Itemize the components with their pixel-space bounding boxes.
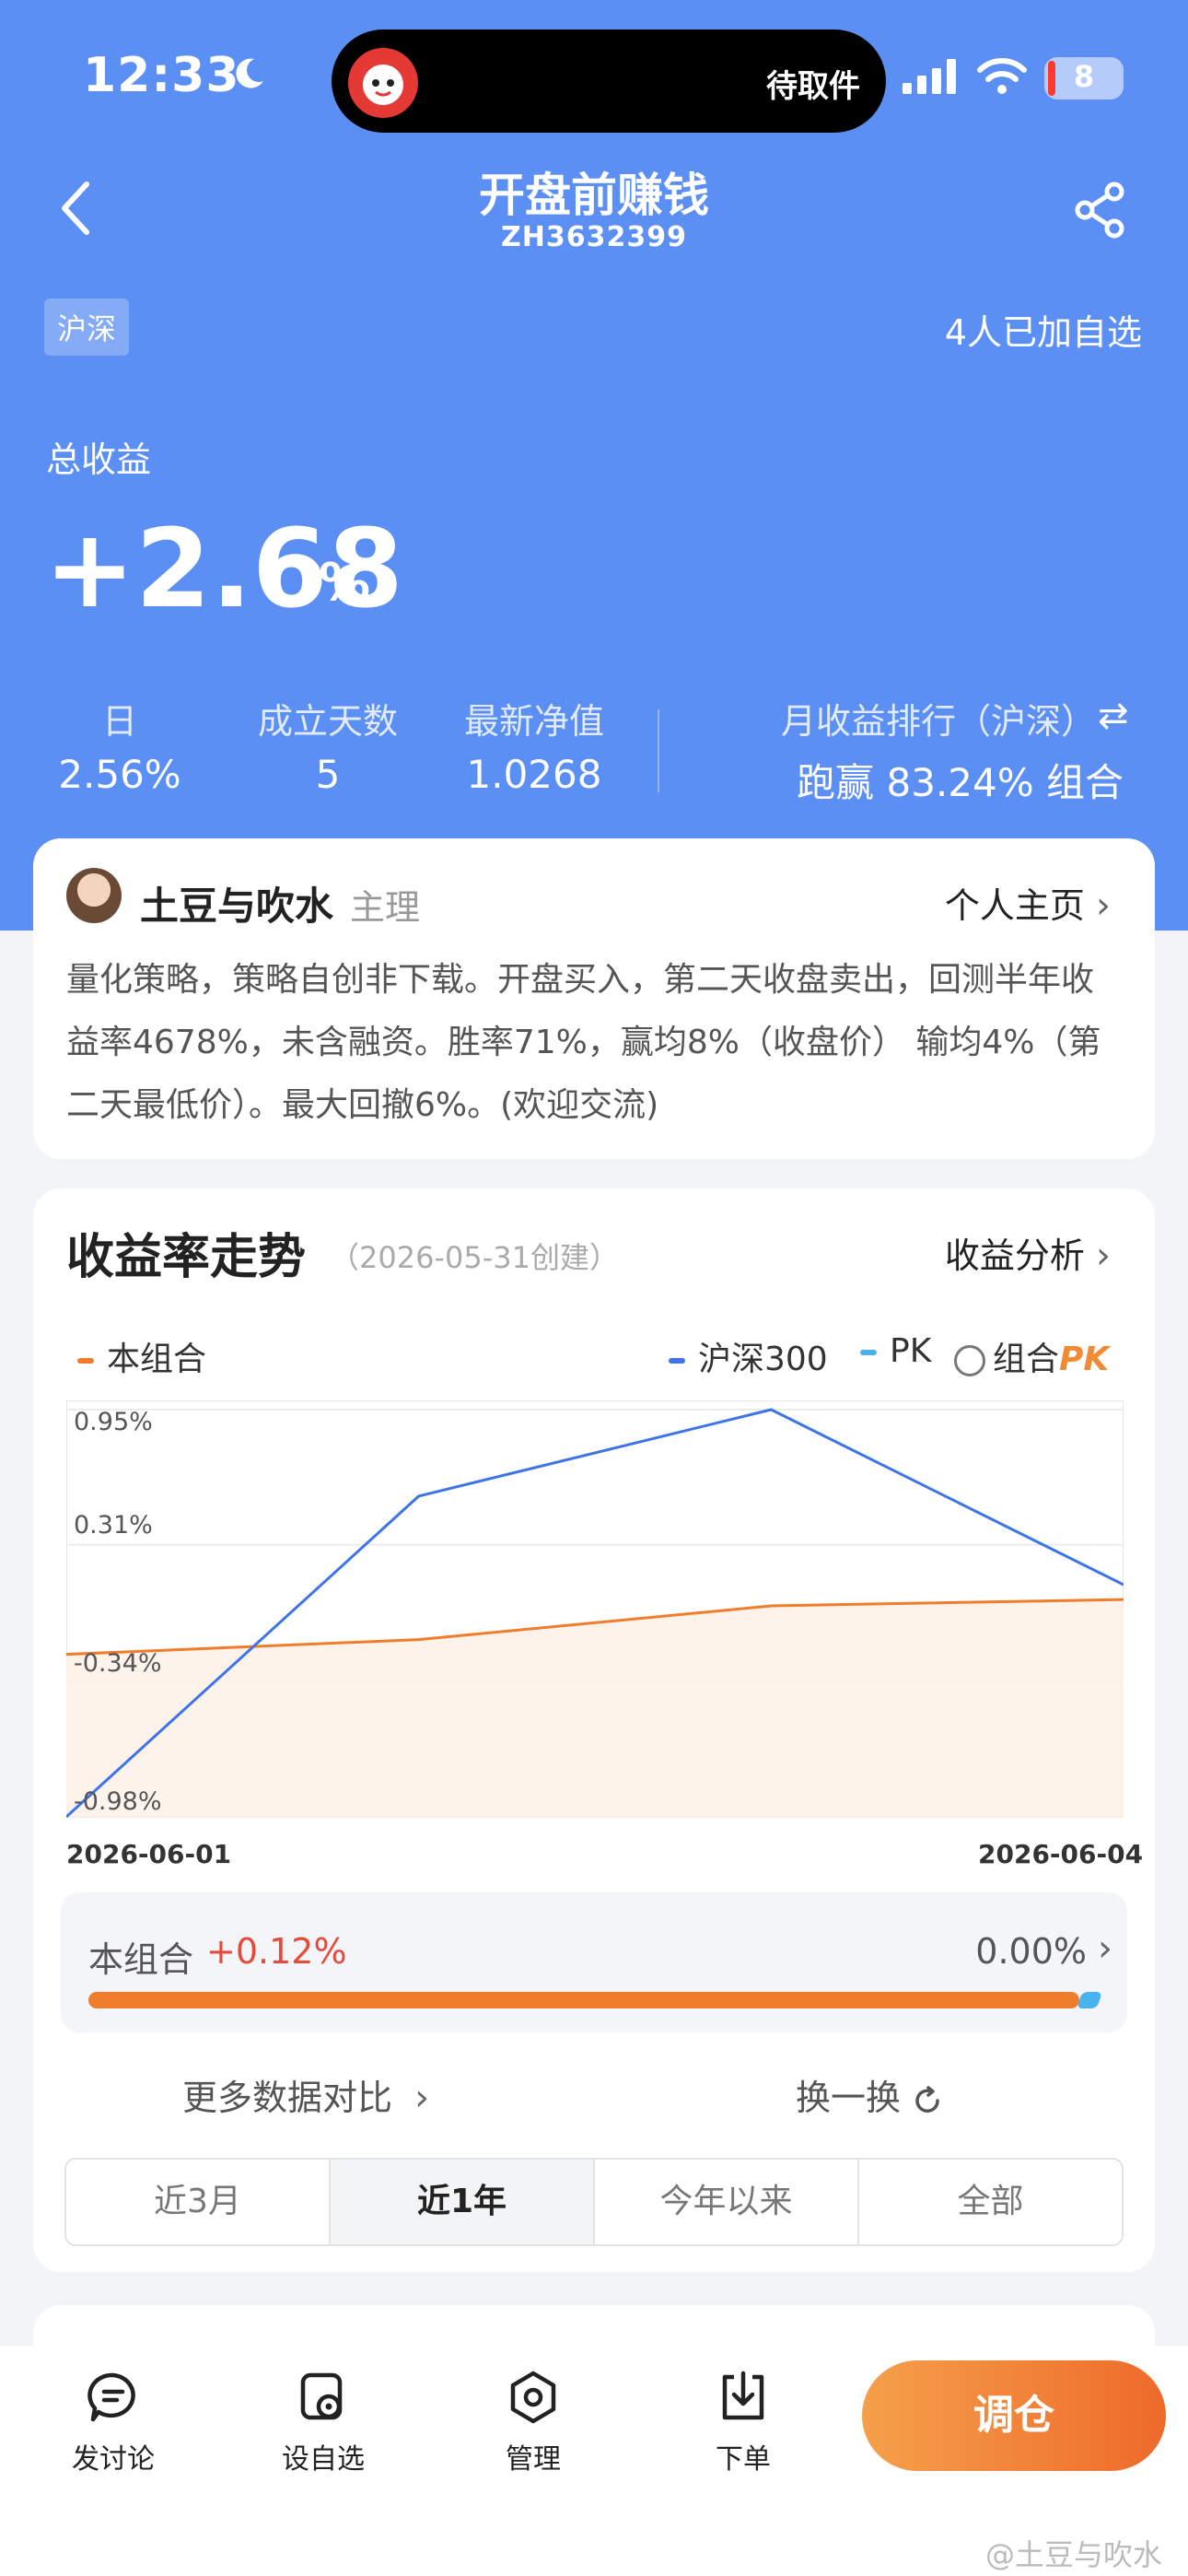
period-tabs: 近3月 近1年 今年以来 全部	[64, 2158, 1124, 2246]
stat-nav-label: 最新净值	[463, 701, 604, 742]
discuss-button[interactable]: 发讨论	[44, 2370, 182, 2476]
compare-bar-portfolio	[88, 1992, 1079, 2008]
y-tick-label: -0.34%	[74, 1649, 162, 1678]
portfolio-code: ZH3632399	[501, 221, 687, 253]
swap-link-label: 换一换	[796, 2078, 902, 2118]
settings-hexagon-icon	[510, 2371, 556, 2424]
pk-badge: PK	[1059, 1341, 1110, 1378]
legend-marker	[77, 1358, 94, 1364]
stat-day-label: 日	[101, 701, 137, 742]
ranking-label[interactable]: 月收益排行（沪深）	[764, 693, 1096, 744]
app-logo-icon	[348, 48, 418, 118]
manage-label: 管理	[506, 2443, 561, 2476]
wifi-icon	[977, 58, 1027, 94]
stat-divider	[658, 709, 659, 792]
compare-label: 本组合	[88, 1939, 194, 1980]
chevron-right-icon: ›	[1098, 1927, 1112, 1970]
legend-marker	[860, 1350, 877, 1355]
compare-right-value: 0.00%	[975, 1931, 1087, 1972]
rebalance-button[interactable]: 调仓	[862, 2360, 1166, 2471]
battery-level: 8	[1073, 59, 1095, 94]
legend-marker	[669, 1358, 685, 1364]
author-role: 主理	[350, 887, 421, 928]
section-title: 收益率走势	[66, 1230, 307, 1285]
legend-pk: PK	[860, 1332, 931, 1370]
legend-index-label: 沪深300	[698, 1341, 828, 1378]
watermark: @土豆与吹水	[984, 2537, 1162, 2572]
swap-link[interactable]: 换一换	[796, 2069, 943, 2120]
y-tick-label: -0.98%	[74, 1787, 162, 1816]
page-title: 开盘前赚钱	[479, 169, 709, 222]
y-tick-label: 0.95%	[74, 1408, 153, 1436]
analysis-link[interactable]: 收益分析 ›	[945, 1227, 1111, 1278]
discuss-label: 发讨论	[72, 2443, 155, 2476]
stat-days-label: 成立天数	[257, 701, 398, 742]
chevron-right-icon: ›	[1096, 1235, 1111, 1277]
analysis-link-label: 收益分析	[944, 1235, 1085, 1276]
manage-button[interactable]: 管理	[464, 2370, 602, 2476]
created-note: （2026-05-31创建）	[330, 1240, 619, 1275]
profile-link-label: 个人主页	[944, 885, 1085, 926]
add-watchlist-button[interactable]: 设自选	[254, 2370, 392, 2476]
tab-ytd[interactable]: 今年以来	[595, 2160, 859, 2244]
ranking-value: 跑赢 83.24% 组合	[797, 760, 1124, 805]
tab-1-year[interactable]: 近1年	[331, 2160, 595, 2244]
stat-day-value: 2.56%	[58, 752, 181, 797]
place-order-button[interactable]: 下单	[674, 2370, 812, 2476]
signal-icon	[903, 59, 956, 94]
compare-value: +0.12%	[206, 1931, 347, 1972]
y-tick-label: 0.31%	[74, 1511, 153, 1540]
profile-link[interactable]: 个人主页 ›	[945, 877, 1111, 928]
legend-pk-label: PK	[890, 1332, 932, 1370]
tab-3-months[interactable]: 近3月	[66, 2160, 331, 2244]
download-tray-icon	[722, 2371, 764, 2420]
pk-toggle[interactable]: 组合PK	[954, 1332, 1109, 1380]
legend-portfolio-label: 本组合	[107, 1341, 207, 1378]
tab-all[interactable]: 全部	[859, 2160, 1122, 2244]
stat-days-value: 5	[315, 752, 341, 797]
more-data-link[interactable]: 更多数据对比 ›	[182, 2069, 429, 2120]
x-tick-label: 2026-06-04	[978, 1839, 1144, 1869]
total-return-unit: %	[319, 553, 371, 613]
chevron-right-icon: ›	[1096, 884, 1111, 927]
swap-icon[interactable]: ⇄	[1098, 695, 1129, 737]
chevron-right-icon: ›	[414, 2077, 430, 2119]
legend-portfolio: 本组合	[77, 1332, 206, 1380]
return-chart[interactable]	[66, 1400, 1124, 1824]
strategy-description: 量化策略，策略自创非下载。开盘买入，第二天收盘卖出，回测半年收益率4678%，未…	[66, 961, 1101, 1124]
total-return-label: 总收益	[46, 439, 152, 480]
x-tick-label: 2026-06-01	[66, 1839, 232, 1869]
chat-bubble-icon	[87, 2372, 135, 2422]
share-icon[interactable]	[1074, 181, 1129, 240]
moon-icon	[236, 58, 263, 88]
watchers-count: 4人已加自选	[944, 312, 1142, 353]
market-tag: 沪深	[44, 299, 130, 356]
refresh-icon	[915, 2085, 939, 2113]
pk-option-label: 组合	[993, 1341, 1060, 1378]
avatar[interactable]	[66, 868, 122, 923]
radio-icon[interactable]	[954, 1345, 985, 1376]
watchlist-icon	[300, 2372, 343, 2420]
live-activity-text: 待取件	[766, 68, 860, 105]
status-time: 12:33	[83, 48, 240, 103]
stat-nav-value: 1.0268	[466, 752, 602, 797]
legend-index: 沪深300	[669, 1332, 828, 1380]
add-watchlist-label: 设自选	[282, 2443, 365, 2476]
more-data-label: 更多数据对比	[182, 2078, 393, 2118]
series-area-0	[66, 1599, 1124, 1817]
place-order-label: 下单	[716, 2443, 771, 2476]
author-name[interactable]: 土豆与吹水	[140, 875, 333, 931]
